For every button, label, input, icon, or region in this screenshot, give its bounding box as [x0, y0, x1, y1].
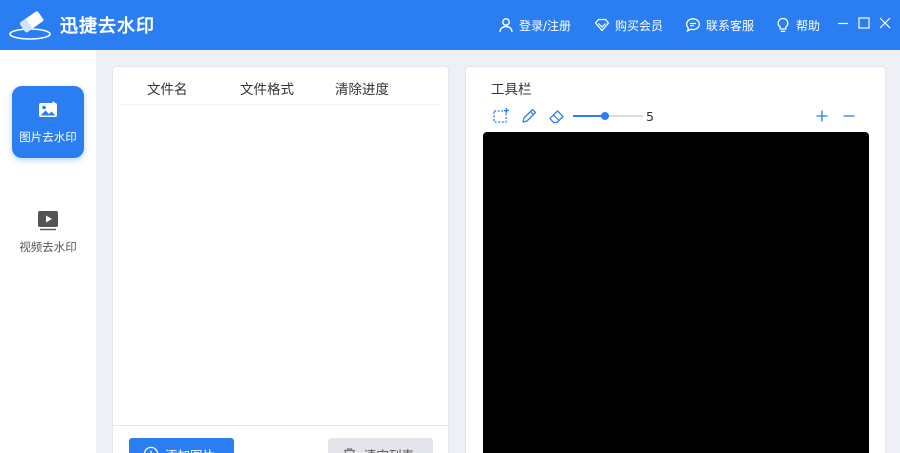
column-filename: 文件名 — [147, 82, 188, 98]
diamond-icon — [594, 18, 610, 32]
zoom-in-icon[interactable] — [813, 107, 831, 125]
trash-icon — [344, 447, 355, 453]
nav-item-video-watermark[interactable]: 视频去水印 — [12, 196, 84, 268]
image-icon — [39, 101, 57, 117]
buy-vip-button[interactable]: 购买会员 — [594, 15, 663, 35]
login-button[interactable]: 登录/注册 — [498, 15, 571, 35]
login-label: 登录/注册 — [519, 18, 572, 33]
nav-label-image: 图片去水印 — [19, 130, 77, 144]
chat-icon — [686, 18, 700, 33]
file-list-body — [113, 106, 448, 424]
rect-select-icon[interactable] — [492, 107, 510, 125]
app-title: 迅捷去水印 — [60, 16, 155, 37]
file-list-panel: 文件名 文件格式 清除进度 添加图片 清空列表 — [112, 66, 449, 453]
column-progress: 清除进度 — [335, 82, 389, 98]
slider-thumb[interactable] — [600, 112, 609, 120]
maximize-icon[interactable] — [857, 16, 871, 30]
image-canvas[interactable] — [483, 132, 869, 453]
eraser-icon[interactable] — [548, 107, 566, 125]
help-label: 帮助 — [796, 18, 821, 33]
eraser-logo-icon — [9, 11, 51, 40]
video-play-icon — [38, 211, 58, 231]
minimize-icon[interactable] — [836, 16, 850, 30]
plus-circle-icon — [143, 446, 159, 453]
add-image-label: 添加图片 — [165, 445, 215, 453]
close-icon[interactable] — [878, 16, 892, 30]
toolbar-panel: 工具栏 5 — [465, 66, 886, 453]
contact-service-button[interactable]: 联系客服 — [685, 15, 754, 35]
buy-vip-label: 购买会员 — [615, 18, 664, 33]
contact-service-label: 联系客服 — [706, 18, 755, 33]
nav-item-image-watermark[interactable]: 图片去水印 — [12, 86, 84, 158]
toolbar-title: 工具栏 — [491, 82, 532, 98]
slider-fill — [573, 115, 605, 117]
brush-size-value: 5 — [646, 109, 654, 124]
brush-size-slider[interactable] — [573, 111, 643, 121]
add-image-button[interactable]: 添加图片 — [129, 438, 234, 453]
brush-icon[interactable] — [520, 107, 538, 125]
zoom-out-icon[interactable] — [840, 107, 858, 125]
side-navigation: 图片去水印 视频去水印 — [0, 50, 96, 453]
lightbulb-icon — [777, 17, 789, 32]
clear-list-button[interactable]: 清空列表 — [328, 438, 433, 453]
clear-list-label: 清空列表 — [364, 445, 414, 453]
nav-label-video: 视频去水印 — [19, 240, 77, 254]
user-icon — [499, 18, 513, 33]
title-bar: 迅捷去水印 登录/注册 购买会员 联系客服 帮助 — [0, 0, 900, 50]
file-list-header: 文件名 文件格式 清除进度 — [121, 67, 441, 105]
column-format: 文件格式 — [240, 82, 294, 98]
help-button[interactable]: 帮助 — [775, 15, 820, 35]
file-list-footer: 添加图片 清空列表 — [113, 425, 448, 453]
